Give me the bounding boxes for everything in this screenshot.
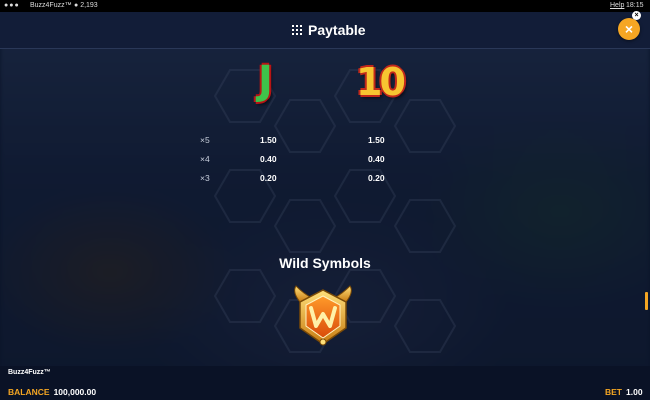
- footer-game-name: Buzz4Fuzz™: [8, 369, 51, 376]
- title-group: Paytable: [292, 21, 366, 39]
- balance-display: BALANCE 100,000.00: [8, 387, 96, 397]
- menu-dots-icon[interactable]: ●●●: [4, 0, 20, 12]
- pay-value-10: 0.20: [368, 173, 385, 183]
- grid-menu-icon: [292, 25, 302, 35]
- pay-value-j: 1.50: [260, 135, 277, 145]
- pay-multiplier: ×3: [200, 173, 210, 183]
- pay-value-j: 0.40: [260, 154, 277, 164]
- player-count-value: 2,193: [80, 2, 98, 9]
- help-link[interactable]: Help: [610, 0, 624, 12]
- wild-badge-icon: [294, 285, 352, 346]
- player-count: ● 2,193: [74, 0, 98, 12]
- pay-row: ×3 0.20 0.20: [200, 173, 440, 185]
- pay-row: ×5 1.50 1.50: [200, 135, 440, 147]
- wild-symbols-heading: Wild Symbols: [279, 255, 371, 271]
- pay-value-j: 0.20: [260, 173, 277, 183]
- person-icon: ●: [74, 2, 79, 9]
- scroll-indicator[interactable]: [645, 292, 648, 310]
- bet-display: BET 1.00: [605, 387, 643, 397]
- symbol-10: 10: [356, 60, 406, 104]
- pay-value-10: 1.50: [368, 135, 385, 145]
- status-bar: ●●● Buzz4Fuzz™ ● 2,193 Help 18:15: [0, 0, 650, 12]
- close-button[interactable]: ×: [618, 18, 640, 40]
- bottom-bar: Buzz4Fuzz™ BALANCE 100,000.00 BET 1.00: [0, 366, 650, 400]
- pay-row: ×4 0.40 0.40: [200, 154, 440, 166]
- bet-value: 1.00: [626, 387, 643, 397]
- paytable-header: Paytable: [0, 12, 650, 49]
- page-title: Paytable: [308, 22, 366, 38]
- pay-multiplier: ×4: [200, 154, 210, 164]
- bet-label: BET: [605, 387, 622, 397]
- symbol-j: J: [258, 58, 273, 104]
- pay-multiplier: ×5: [200, 135, 210, 145]
- pay-value-10: 0.40: [368, 154, 385, 164]
- balance-value: 100,000.00: [53, 387, 97, 397]
- status-game-name: Buzz4Fuzz™: [30, 2, 72, 9]
- close-icon[interactable]: ×: [632, 11, 641, 20]
- balance-label: BALANCE: [8, 387, 50, 397]
